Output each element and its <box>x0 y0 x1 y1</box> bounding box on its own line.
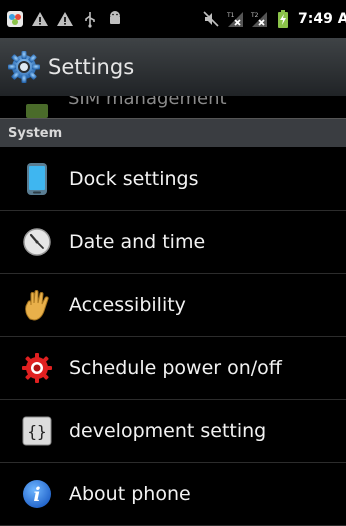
list-item-about-phone[interactable]: i About phone <box>0 463 346 526</box>
svg-text:T2: T2 <box>250 12 259 19</box>
list-item-label: development setting <box>69 420 267 442</box>
section-header-system: System <box>0 118 346 147</box>
power-schedule-icon <box>20 351 54 385</box>
info-icon: i <box>20 477 54 511</box>
list-item-label: Schedule power on/off <box>69 357 282 379</box>
list-item-schedule-power[interactable]: Schedule power on/off <box>0 337 346 400</box>
list-item-date-and-time[interactable]: Date and time <box>0 211 346 274</box>
sim-icon <box>26 104 48 118</box>
list-item-dock-settings[interactable]: Dock settings <box>0 148 346 211</box>
list-item-label: About phone <box>69 483 191 505</box>
signal-2-icon: T2 <box>250 10 268 28</box>
clock-icon <box>20 225 54 259</box>
list-item-label: Dock settings <box>69 168 199 190</box>
braces-icon: {} <box>20 414 54 448</box>
dock-icon <box>20 162 54 196</box>
page-title: Settings <box>48 55 135 79</box>
list-item-accessibility[interactable]: Accessibility <box>0 274 346 337</box>
svg-text:T1: T1 <box>226 12 235 19</box>
warning-icon <box>31 10 49 28</box>
usb-icon <box>81 10 99 28</box>
section-label: System <box>8 125 63 141</box>
settings-list: Dock settings Date and time Accessibilit… <box>0 148 346 526</box>
settings-gear-icon <box>6 49 42 85</box>
list-item-label: Date and time <box>69 231 206 253</box>
list-item-sim-management[interactable]: SIM management <box>0 96 346 118</box>
title-bar: Settings <box>0 38 346 96</box>
app-icon <box>6 10 24 28</box>
status-time: 7:49 AM <box>298 11 346 27</box>
signal-1-icon: T1 <box>226 10 244 28</box>
android-debug-icon <box>106 10 124 28</box>
warning-icon <box>56 10 74 28</box>
status-bar: T1 T2 7:49 AM <box>0 0 346 38</box>
svg-text:{}: {} <box>27 422 46 441</box>
battery-charging-icon <box>274 10 292 28</box>
hand-icon <box>20 288 54 322</box>
list-item-label: Accessibility <box>69 294 186 316</box>
svg-text:i: i <box>33 484 40 506</box>
list-item-development-setting[interactable]: {} development setting <box>0 400 346 463</box>
silent-icon <box>202 10 220 28</box>
list-item-label: SIM management <box>68 96 227 109</box>
